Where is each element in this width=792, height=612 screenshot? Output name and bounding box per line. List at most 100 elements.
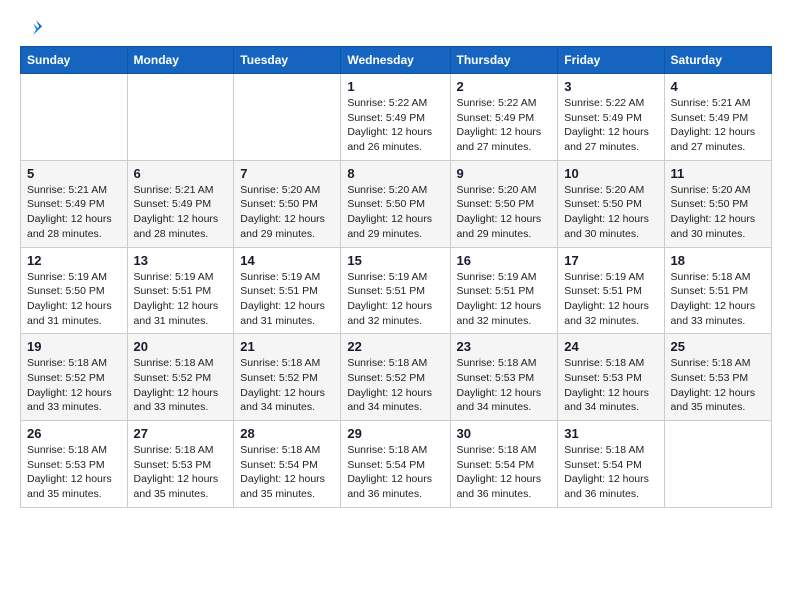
calendar-cell: 29 Sunrise: 5:18 AM Sunset: 5:54 PM Dayli… bbox=[341, 421, 450, 508]
day-number: 1 bbox=[347, 79, 443, 94]
day-number: 11 bbox=[671, 166, 765, 181]
calendar-week-row: 12 Sunrise: 5:19 AM Sunset: 5:50 PM Dayli… bbox=[21, 247, 772, 334]
calendar-cell: 2 Sunrise: 5:22 AM Sunset: 5:49 PM Daylig… bbox=[450, 74, 558, 161]
header-monday: Monday bbox=[127, 47, 234, 74]
page-header bbox=[20, 16, 772, 38]
day-info: Sunrise: 5:22 AM Sunset: 5:49 PM Dayligh… bbox=[347, 96, 443, 155]
day-number: 22 bbox=[347, 339, 443, 354]
calendar-header-row: SundayMondayTuesdayWednesdayThursdayFrid… bbox=[21, 47, 772, 74]
day-number: 14 bbox=[240, 253, 334, 268]
day-info: Sunrise: 5:18 AM Sunset: 5:52 PM Dayligh… bbox=[27, 356, 121, 415]
day-info: Sunrise: 5:21 AM Sunset: 5:49 PM Dayligh… bbox=[671, 96, 765, 155]
calendar-cell: 1 Sunrise: 5:22 AM Sunset: 5:49 PM Daylig… bbox=[341, 74, 450, 161]
day-info: Sunrise: 5:18 AM Sunset: 5:53 PM Dayligh… bbox=[564, 356, 657, 415]
day-info: Sunrise: 5:18 AM Sunset: 5:52 PM Dayligh… bbox=[347, 356, 443, 415]
day-info: Sunrise: 5:18 AM Sunset: 5:54 PM Dayligh… bbox=[457, 443, 552, 502]
day-number: 4 bbox=[671, 79, 765, 94]
calendar-cell: 24 Sunrise: 5:18 AM Sunset: 5:53 PM Dayli… bbox=[558, 334, 664, 421]
day-number: 28 bbox=[240, 426, 334, 441]
calendar-cell: 28 Sunrise: 5:18 AM Sunset: 5:54 PM Dayli… bbox=[234, 421, 341, 508]
day-info: Sunrise: 5:22 AM Sunset: 5:49 PM Dayligh… bbox=[457, 96, 552, 155]
calendar-cell: 6Sunrise: 5:21 AM Sunset: 5:49 PM Daylig… bbox=[127, 160, 234, 247]
day-number: 26 bbox=[27, 426, 121, 441]
calendar-cell: 20 Sunrise: 5:18 AM Sunset: 5:52 PM Dayli… bbox=[127, 334, 234, 421]
calendar-cell: 18 Sunrise: 5:18 AM Sunset: 5:51 PM Dayli… bbox=[664, 247, 771, 334]
day-number: 5 bbox=[27, 166, 121, 181]
calendar-cell: 12 Sunrise: 5:19 AM Sunset: 5:50 PM Dayli… bbox=[21, 247, 128, 334]
day-number: 20 bbox=[134, 339, 228, 354]
day-number: 16 bbox=[457, 253, 552, 268]
day-number: 3 bbox=[564, 79, 657, 94]
calendar-cell: 23 Sunrise: 5:18 AM Sunset: 5:53 PM Dayli… bbox=[450, 334, 558, 421]
day-number: 9 bbox=[457, 166, 552, 181]
logo bbox=[20, 16, 42, 38]
day-info: Sunrise: 5:18 AM Sunset: 5:54 PM Dayligh… bbox=[564, 443, 657, 502]
day-info: Sunrise: 5:20 AM Sunset: 5:50 PM Dayligh… bbox=[347, 183, 443, 242]
header-tuesday: Tuesday bbox=[234, 47, 341, 74]
calendar-cell: 7Sunrise: 5:20 AM Sunset: 5:50 PM Daylig… bbox=[234, 160, 341, 247]
day-info: Sunrise: 5:19 AM Sunset: 5:51 PM Dayligh… bbox=[134, 270, 228, 329]
day-number: 19 bbox=[27, 339, 121, 354]
calendar-cell: 15 Sunrise: 5:19 AM Sunset: 5:51 PM Dayli… bbox=[341, 247, 450, 334]
calendar-cell: 25 Sunrise: 5:18 AM Sunset: 5:53 PM Dayli… bbox=[664, 334, 771, 421]
header-thursday: Thursday bbox=[450, 47, 558, 74]
header-friday: Friday bbox=[558, 47, 664, 74]
day-number: 15 bbox=[347, 253, 443, 268]
day-number: 24 bbox=[564, 339, 657, 354]
logo-icon bbox=[20, 16, 42, 38]
day-number: 7 bbox=[240, 166, 334, 181]
calendar-cell: 30 Sunrise: 5:18 AM Sunset: 5:54 PM Dayli… bbox=[450, 421, 558, 508]
day-number: 31 bbox=[564, 426, 657, 441]
calendar-cell: 13 Sunrise: 5:19 AM Sunset: 5:51 PM Dayli… bbox=[127, 247, 234, 334]
header-sunday: Sunday bbox=[21, 47, 128, 74]
day-number: 23 bbox=[457, 339, 552, 354]
calendar-cell: 17 Sunrise: 5:19 AM Sunset: 5:51 PM Dayli… bbox=[558, 247, 664, 334]
day-number: 17 bbox=[564, 253, 657, 268]
calendar-cell: 8Sunrise: 5:20 AM Sunset: 5:50 PM Daylig… bbox=[341, 160, 450, 247]
calendar-cell: 31 Sunrise: 5:18 AM Sunset: 5:54 PM Dayli… bbox=[558, 421, 664, 508]
calendar-cell bbox=[234, 74, 341, 161]
day-number: 21 bbox=[240, 339, 334, 354]
day-info: Sunrise: 5:18 AM Sunset: 5:52 PM Dayligh… bbox=[134, 356, 228, 415]
day-number: 12 bbox=[27, 253, 121, 268]
calendar-cell: 21Sunrise: 5:18 AM Sunset: 5:52 PM Dayli… bbox=[234, 334, 341, 421]
day-info: Sunrise: 5:20 AM Sunset: 5:50 PM Dayligh… bbox=[671, 183, 765, 242]
calendar-cell bbox=[664, 421, 771, 508]
day-number: 29 bbox=[347, 426, 443, 441]
day-info: Sunrise: 5:18 AM Sunset: 5:54 PM Dayligh… bbox=[347, 443, 443, 502]
calendar-cell: 10 Sunrise: 5:20 AM Sunset: 5:50 PM Dayli… bbox=[558, 160, 664, 247]
calendar-cell: 3 Sunrise: 5:22 AM Sunset: 5:49 PM Daylig… bbox=[558, 74, 664, 161]
day-info: Sunrise: 5:19 AM Sunset: 5:50 PM Dayligh… bbox=[27, 270, 121, 329]
calendar-cell: 9Sunrise: 5:20 AM Sunset: 5:50 PM Daylig… bbox=[450, 160, 558, 247]
day-number: 25 bbox=[671, 339, 765, 354]
calendar-week-row: 19 Sunrise: 5:18 AM Sunset: 5:52 PM Dayli… bbox=[21, 334, 772, 421]
day-info: Sunrise: 5:18 AM Sunset: 5:54 PM Dayligh… bbox=[240, 443, 334, 502]
day-number: 13 bbox=[134, 253, 228, 268]
day-info: Sunrise: 5:19 AM Sunset: 5:51 PM Dayligh… bbox=[347, 270, 443, 329]
calendar-table: SundayMondayTuesdayWednesdayThursdayFrid… bbox=[20, 46, 772, 508]
day-number: 18 bbox=[671, 253, 765, 268]
day-number: 2 bbox=[457, 79, 552, 94]
day-number: 10 bbox=[564, 166, 657, 181]
calendar-cell: 14 Sunrise: 5:19 AM Sunset: 5:51 PM Dayli… bbox=[234, 247, 341, 334]
day-info: Sunrise: 5:20 AM Sunset: 5:50 PM Dayligh… bbox=[564, 183, 657, 242]
day-info: Sunrise: 5:22 AM Sunset: 5:49 PM Dayligh… bbox=[564, 96, 657, 155]
day-number: 27 bbox=[134, 426, 228, 441]
day-info: Sunrise: 5:19 AM Sunset: 5:51 PM Dayligh… bbox=[240, 270, 334, 329]
day-number: 30 bbox=[457, 426, 552, 441]
calendar-week-row: 5 Sunrise: 5:21 AM Sunset: 5:49 PM Daylig… bbox=[21, 160, 772, 247]
calendar-week-row: 1 Sunrise: 5:22 AM Sunset: 5:49 PM Daylig… bbox=[21, 74, 772, 161]
day-info: Sunrise: 5:18 AM Sunset: 5:53 PM Dayligh… bbox=[457, 356, 552, 415]
calendar-cell: 5 Sunrise: 5:21 AM Sunset: 5:49 PM Daylig… bbox=[21, 160, 128, 247]
calendar-cell: 22 Sunrise: 5:18 AM Sunset: 5:52 PM Dayli… bbox=[341, 334, 450, 421]
day-info: Sunrise: 5:19 AM Sunset: 5:51 PM Dayligh… bbox=[564, 270, 657, 329]
calendar-cell: 11 Sunrise: 5:20 AM Sunset: 5:50 PM Dayli… bbox=[664, 160, 771, 247]
day-info: Sunrise: 5:19 AM Sunset: 5:51 PM Dayligh… bbox=[457, 270, 552, 329]
day-info: Sunrise: 5:18 AM Sunset: 5:53 PM Dayligh… bbox=[671, 356, 765, 415]
header-saturday: Saturday bbox=[664, 47, 771, 74]
day-info: Sunrise: 5:21 AM Sunset: 5:49 PM Dayligh… bbox=[27, 183, 121, 242]
calendar-cell bbox=[127, 74, 234, 161]
calendar-week-row: 26 Sunrise: 5:18 AM Sunset: 5:53 PM Dayli… bbox=[21, 421, 772, 508]
day-info: Sunrise: 5:18 AM Sunset: 5:53 PM Dayligh… bbox=[27, 443, 121, 502]
day-info: Sunrise: 5:18 AM Sunset: 5:51 PM Dayligh… bbox=[671, 270, 765, 329]
